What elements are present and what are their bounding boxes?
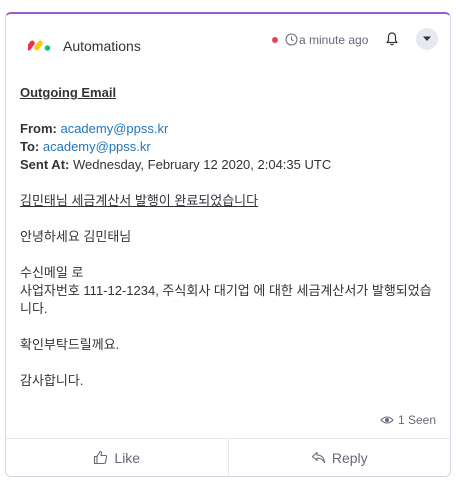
- from-email-link[interactable]: academy@ppss.kr: [60, 121, 168, 136]
- email-body-line: 확인부탁드릴께요.: [20, 337, 120, 352]
- sent-at-label: Sent At:: [20, 157, 70, 172]
- email-closing: 감사합니다.: [20, 373, 84, 388]
- seen-count: 1 Seen: [397, 413, 436, 427]
- chevron-down-icon: [423, 36, 431, 41]
- card-footer: Like Reply: [6, 438, 450, 476]
- reply-icon: [311, 451, 325, 464]
- bell-icon[interactable]: [384, 31, 400, 47]
- from-label: From:: [20, 121, 57, 136]
- to-label: To:: [20, 139, 40, 154]
- timestamp: a minute ago: [299, 33, 369, 47]
- eye-icon: [380, 416, 394, 424]
- card-header: Automations a minute ago: [6, 14, 450, 64]
- sent-at-value: Wednesday, February 12 2020, 2:04:35 UTC: [72, 157, 332, 172]
- app-name[interactable]: Automations: [63, 38, 141, 54]
- email-body-line: 사업자번호 111-12-1234, 주식회사 대기업 에 대한 세금계산서가 …: [20, 283, 432, 316]
- email-content: Outgoing Email From: academy@ppss.kr To:…: [20, 84, 438, 390]
- like-label: Like: [114, 449, 141, 466]
- clock-icon: [285, 33, 298, 46]
- to-email-link[interactable]: academy@ppss.kr: [43, 139, 151, 154]
- monday-logo-icon: [28, 40, 51, 51]
- seen-indicator[interactable]: 1 Seen: [380, 413, 436, 427]
- email-body-line: 수신메일 로: [20, 265, 84, 280]
- like-button[interactable]: Like: [6, 439, 228, 476]
- reply-label: Reply: [331, 449, 368, 466]
- unread-indicator: [272, 37, 278, 43]
- update-card: Automations a minute ago Outgoing Email …: [5, 12, 451, 477]
- reply-button[interactable]: Reply: [227, 439, 451, 476]
- thumbs-up-icon: [94, 450, 108, 465]
- email-title: Outgoing Email: [20, 85, 117, 100]
- menu-button[interactable]: [416, 28, 438, 50]
- email-subject: 김민태님 세금계산서 발행이 완료되었습니다: [20, 193, 259, 208]
- email-greeting: 안녕하세요 김민태님: [20, 229, 132, 244]
